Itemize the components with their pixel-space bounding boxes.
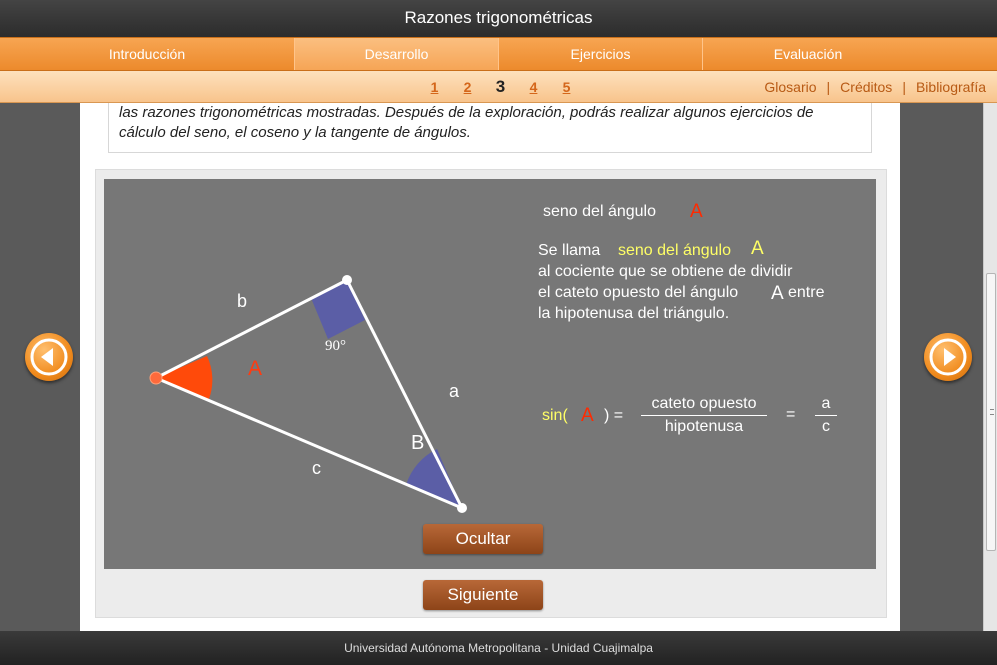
page-selector: 1 2 3 4 5 (418, 71, 583, 103)
page-link-2[interactable]: 2 (451, 71, 484, 103)
glosario-link[interactable]: Glosario (764, 79, 816, 95)
previous-arrow-button[interactable] (25, 333, 73, 381)
definition-angle: A (751, 238, 764, 259)
definition-line-3: el cateto opuesto del ángulo (538, 284, 739, 301)
fraction-bar (641, 415, 767, 416)
angle-a-label: A (248, 357, 263, 380)
definition-line-2: al cociente que se obtiene de dividir (538, 263, 793, 280)
definition-line-4: la hipotenusa del triángulo. (538, 305, 730, 322)
definition-highlight: seno del ángulo (618, 242, 731, 259)
arrow-left-icon (30, 338, 68, 376)
formula-numerator: cateto opuesto (651, 395, 757, 412)
intro-paragraph: las razones trigonométricas mostradas. D… (108, 103, 872, 153)
definition-prefix: Se llama (538, 242, 601, 259)
definition-line-3-angle: A (771, 283, 784, 304)
vertex-a-handle[interactable] (149, 371, 163, 385)
right-angle-label: 90° (325, 338, 346, 354)
formula-angle: A (581, 405, 594, 426)
tab-evaluacion[interactable]: Evaluación (703, 38, 913, 70)
triangle-scene: b a c A B 90° seno del ángulo A Se llama… (104, 179, 876, 569)
page-link-5[interactable]: 5 (550, 71, 583, 103)
angle-b-label: B (411, 432, 425, 454)
footer: Universidad Autónoma Metropolitana - Uni… (0, 631, 997, 665)
creditos-link[interactable]: Créditos (840, 79, 892, 95)
bibliografia-link[interactable]: Bibliografía (916, 79, 986, 95)
concept-heading-angle: A (690, 201, 703, 222)
formula-num-a: a (821, 395, 831, 412)
formula-denominator: hipotenusa (664, 418, 744, 435)
tab-introduccion[interactable]: Introducción (0, 38, 295, 70)
fraction-bar-2 (815, 415, 837, 416)
sub-nav: 1 2 3 4 5 Glosario | Créditos | Bibliografía (0, 71, 997, 103)
vertex-c-handle[interactable] (342, 275, 352, 285)
link-separator: | (826, 79, 831, 95)
side-a-line (345, 279, 464, 509)
page-current-3: 3 (495, 77, 506, 96)
right-angle-marker (311, 280, 365, 339)
resource-links: Glosario | Créditos | Bibliografía (764, 71, 986, 103)
link-separator: | (902, 79, 906, 95)
concept-heading: seno del ángulo (543, 203, 656, 220)
definition-line-3-end: entre (788, 284, 825, 301)
content-area: las razones trigonométricas mostradas. D… (80, 103, 900, 631)
grip-icon (990, 409, 994, 415)
side-a-label: a (449, 381, 460, 401)
page-link-4[interactable]: 4 (517, 71, 550, 103)
scrollbar-thumb[interactable] (986, 273, 996, 551)
hide-button[interactable]: Ocultar (423, 524, 543, 554)
side-b-label: b (237, 291, 248, 311)
page-link-1[interactable]: 1 (418, 71, 451, 103)
formula-close: ) = (604, 407, 624, 424)
content-scrollbar[interactable] (983, 103, 997, 631)
main-nav: Introducción Desarrollo Ejercicios Evalu… (0, 37, 997, 71)
tab-desarrollo[interactable]: Desarrollo (295, 38, 499, 70)
tab-ejercicios[interactable]: Ejercicios (499, 38, 703, 70)
formula-den-c: c (822, 418, 830, 435)
app-title: Razones trigonométricas (0, 0, 997, 37)
next-arrow-button[interactable] (924, 333, 972, 381)
arrow-right-icon (929, 338, 967, 376)
interactive-panel: b a c A B 90° seno del ángulo A Se llama… (95, 169, 887, 618)
formula-equals: = (786, 406, 796, 423)
side-c-label: c (312, 458, 321, 478)
next-button[interactable]: Siguiente (423, 580, 543, 610)
vertex-b-handle[interactable] (457, 503, 467, 513)
angle-b-wedge (406, 449, 462, 508)
formula-function: sin( (542, 407, 568, 424)
